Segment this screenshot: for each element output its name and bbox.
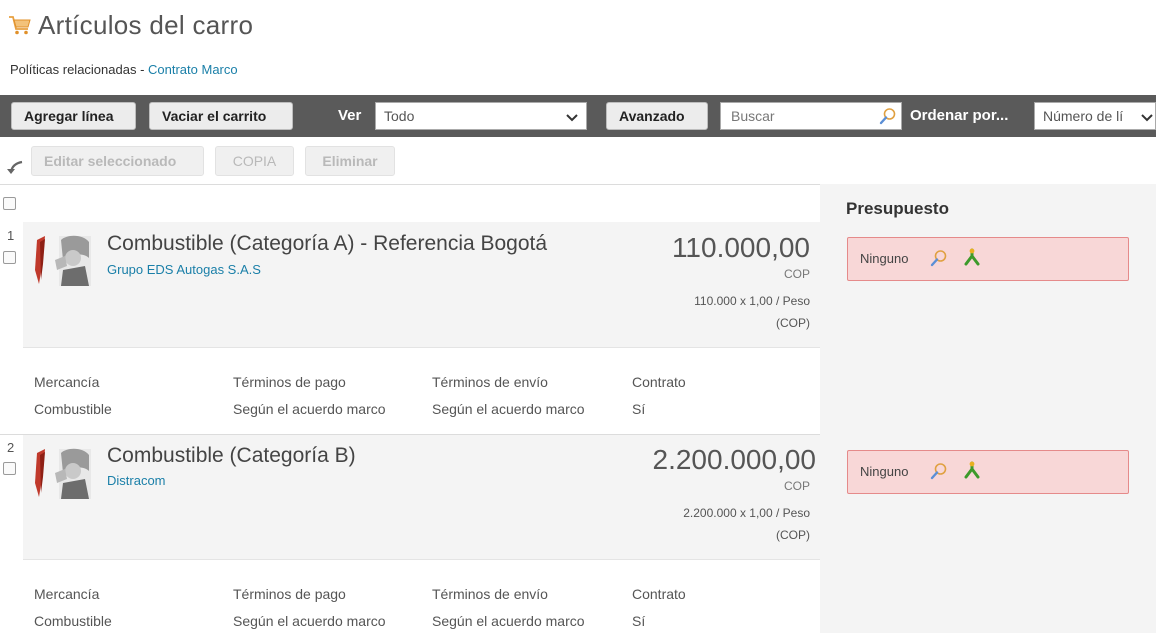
- payment-terms-value: Según el acuerdo marco: [233, 613, 386, 629]
- related-policies-label: Políticas relacionadas -: [10, 62, 149, 77]
- item-unit-calc: 2.200.000 x 1,00 / Peso (COP): [650, 502, 810, 546]
- item-title[interactable]: Combustible (Categoría A) - Referencia B…: [107, 232, 547, 256]
- payment-terms-header: Términos de pago: [233, 374, 346, 390]
- chevron-down-icon: [566, 114, 578, 122]
- item-calc-currency: (COP): [776, 528, 810, 542]
- fuel-attendant-image: [35, 448, 91, 499]
- details-divider: [23, 347, 820, 348]
- item-unit-calc: 110.000 x 1,00 / Peso (COP): [650, 290, 810, 334]
- payment-terms-column: Términos de pago Según el acuerdo marco: [233, 581, 386, 635]
- row-number: 2: [7, 440, 15, 455]
- commodity-value: Combustible: [34, 401, 112, 417]
- contract-value: Sí: [632, 613, 646, 629]
- search-icon[interactable]: [930, 249, 948, 267]
- item-title[interactable]: Combustible (Categoría B): [107, 444, 356, 468]
- item-calc-currency: (COP): [776, 316, 810, 330]
- commodity-column: Mercancía Combustible: [34, 581, 112, 635]
- shipping-terms-column: Términos de envío Según el acuerdo marco: [432, 369, 585, 423]
- shipping-terms-value: Según el acuerdo marco: [432, 613, 585, 629]
- budget-value: Ninguno: [860, 464, 909, 479]
- view-select-value: Todo: [384, 108, 415, 124]
- sort-select-value: Número de lí: [1043, 108, 1124, 124]
- grid-top-border: [0, 184, 820, 185]
- page-header: Artículos del carro: [8, 8, 253, 42]
- details-divider: [23, 559, 820, 560]
- search-input[interactable]: Buscar: [720, 102, 902, 130]
- search-icon[interactable]: [930, 462, 948, 480]
- contract-column: Contrato Sí: [632, 369, 686, 423]
- payment-terms-header: Términos de pago: [233, 586, 346, 602]
- selection-actions: Editar seleccionado COPIA Eliminar: [0, 146, 1156, 178]
- item-calc-line: 2.200.000 x 1,00 / Peso: [683, 506, 810, 520]
- commodity-header: Mercancía: [34, 586, 100, 602]
- edit-selected-button[interactable]: Editar seleccionado: [31, 146, 204, 176]
- item-checkbox[interactable]: [3, 462, 16, 475]
- shipping-terms-column: Términos de envío Según el acuerdo marco: [432, 581, 585, 635]
- item-currency: COP: [783, 267, 810, 281]
- back-arrow-icon: [7, 160, 23, 174]
- item-supplier-link[interactable]: Grupo EDS Autogas S.A.S: [107, 262, 261, 277]
- item-price: 110.000,00: [671, 232, 810, 263]
- row-number: 1: [7, 228, 15, 243]
- budget-field[interactable]: Ninguno: [847, 237, 1129, 281]
- select-all-checkbox[interactable]: [3, 197, 16, 210]
- item-supplier-link[interactable]: Distracom: [107, 473, 166, 488]
- contract-header: Contrato: [632, 586, 686, 602]
- sort-select[interactable]: Número de lí: [1034, 102, 1156, 130]
- fuel-attendant-image: [35, 235, 91, 286]
- budget-field[interactable]: Ninguno: [847, 450, 1129, 494]
- budget-value: Ninguno: [860, 251, 909, 266]
- page-title: Artículos del carro: [38, 9, 254, 40]
- sort-label: Ordenar por...: [910, 107, 1009, 124]
- commodity-header: Mercancía: [34, 374, 100, 390]
- search-placeholder: Buscar: [731, 108, 775, 124]
- payment-terms-column: Términos de pago Según el acuerdo marco: [233, 369, 386, 423]
- toolbar: Agregar línea Vaciar el carrito Ver Todo…: [0, 95, 1156, 137]
- hierarchy-icon[interactable]: [962, 461, 982, 481]
- shipping-terms-header: Términos de envío: [432, 586, 548, 602]
- delete-button[interactable]: Eliminar: [305, 146, 395, 176]
- chevron-down-icon: [1141, 114, 1153, 122]
- item-calc-line: 110.000 x 1,00 / Peso: [694, 294, 810, 308]
- related-policies: Políticas relacionadas - Contrato Marco: [10, 62, 238, 77]
- view-select[interactable]: Todo: [375, 102, 587, 130]
- advanced-button[interactable]: Avanzado: [606, 102, 708, 130]
- item-notch: [820, 451, 830, 471]
- item-checkbox[interactable]: [3, 251, 16, 264]
- shopping-cart-icon: [9, 16, 31, 35]
- hierarchy-icon[interactable]: [962, 248, 982, 268]
- add-line-button[interactable]: Agregar línea: [11, 102, 136, 130]
- item-price: 2.200.000,00: [652, 444, 817, 475]
- commodity-column: Mercancía Combustible: [34, 369, 112, 423]
- copy-button[interactable]: COPIA: [215, 146, 294, 176]
- contract-link[interactable]: Contrato Marco: [148, 62, 238, 77]
- budget-title: Presupuesto: [846, 199, 949, 218]
- item-currency: COP: [783, 479, 810, 493]
- contract-header: Contrato: [632, 374, 686, 390]
- contract-value: Sí: [632, 401, 646, 417]
- commodity-value: Combustible: [34, 613, 112, 629]
- item-notch: [820, 238, 830, 258]
- shipping-terms-value: Según el acuerdo marco: [432, 401, 585, 417]
- view-label: Ver: [338, 107, 362, 124]
- search-icon[interactable]: [879, 107, 897, 125]
- shipping-terms-header: Términos de envío: [432, 374, 548, 390]
- payment-terms-value: Según el acuerdo marco: [233, 401, 386, 417]
- empty-cart-button[interactable]: Vaciar el carrito: [149, 102, 293, 130]
- contract-column: Contrato Sí: [632, 581, 686, 635]
